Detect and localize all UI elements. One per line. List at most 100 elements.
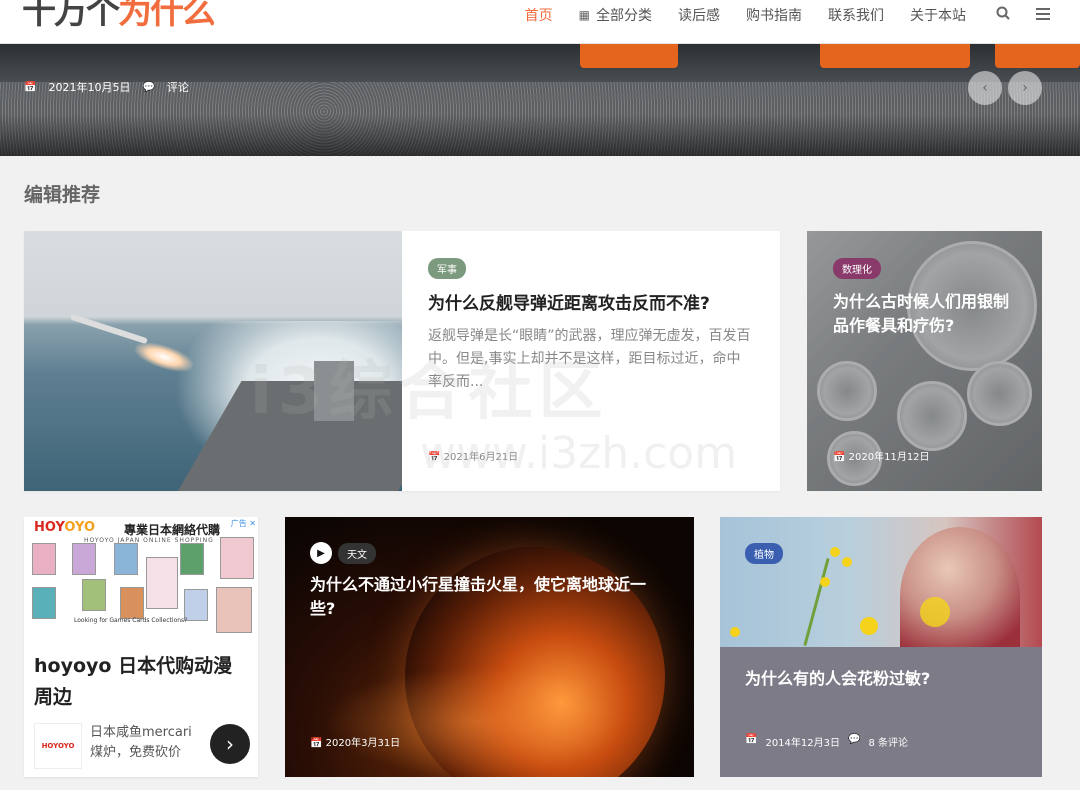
close-icon: ✕ (249, 519, 256, 528)
comment-icon: 💬 (848, 734, 861, 745)
ad-card[interactable]: HOYOYO 專業日本網絡代購 HOYOYO JAPAN ONLINE SHOP… (24, 517, 258, 777)
grid-icon: ▦ (578, 8, 590, 22)
nav-label: 首页 (524, 8, 553, 24)
thumb-stem (803, 558, 830, 646)
comment-icon: 💬 (142, 81, 155, 93)
nav-reviews[interactable]: 读后感 (678, 5, 720, 25)
post-title[interactable]: 为什么不通过小行星撞击火星，使它离地球近一些? (310, 573, 670, 621)
ad-card-image (184, 589, 208, 621)
category-tag[interactable]: 军事 (428, 258, 466, 279)
slider-prev-button[interactable]: ‹ (968, 71, 1002, 105)
nav-label: 联系我们 (828, 8, 884, 24)
hero-cone (580, 44, 678, 68)
category-tag[interactable]: 数理化 (833, 258, 881, 279)
menu-icon[interactable] (1036, 6, 1050, 24)
hero-date: 2021年10月5日 (48, 81, 131, 94)
hero-slider[interactable]: 📅 2021年10月5日 💬 评论 ‹ › (0, 44, 1080, 156)
ad-banner[interactable]: HOYOYO 專業日本網絡代購 HOYOYO JAPAN ONLINE SHOP… (24, 517, 258, 639)
ad-card-image (120, 587, 144, 619)
ad-card-image (32, 543, 56, 575)
post-body: 数理化 为什么古时候人们用银制品作餐具和疗伤? (833, 258, 1024, 338)
thumb-glow (325, 667, 625, 777)
nav-about[interactable]: 关于本站 (910, 5, 966, 25)
play-icon[interactable]: ▶ (310, 542, 332, 564)
nav-label: 购书指南 (746, 8, 802, 24)
category-tag[interactable]: 植物 (745, 543, 783, 564)
post-date: 📅 2020年3月31日 (310, 734, 400, 749)
calendar-icon: 📅 (833, 452, 846, 463)
ad-title[interactable]: hoyoyo 日本代购动漫周边 (34, 651, 244, 713)
ad-slogan: 專業日本網絡代購 (124, 523, 221, 537)
post-date: 📅 2021年6月21日 (428, 448, 518, 463)
thumb-flower (920, 597, 950, 627)
search-icon[interactable] (996, 6, 1010, 24)
ad-card-image (216, 587, 252, 633)
ad-logo: HOYOYO (34, 723, 82, 769)
main-nav: 首页 ▦ 全部分类 读后感 购书指南 联系我们 关于本站 (499, 0, 1050, 30)
ad-card-image (114, 543, 138, 575)
ad-card-image (180, 543, 204, 575)
nav-label: 读后感 (678, 8, 720, 24)
post-date-text: 2020年11月12日 (848, 452, 930, 463)
post-title[interactable]: 为什么反舰导弹近距离攻击反而不准? (428, 291, 754, 317)
site-header: 十万个为什么 首页 ▦ 全部分类 读后感 购书指南 联系我们 关于本站 (0, 0, 1080, 44)
thumb-flower (820, 577, 830, 587)
calendar-icon: 📅 (745, 734, 758, 745)
nav-buying-guide[interactable]: 购书指南 (746, 5, 802, 25)
post-card[interactable]: 植物 为什么有的人会花粉过敏? 📅 2014年12月3日 💬 8 条评论 (720, 517, 1042, 777)
thumb-flower (730, 627, 740, 637)
chevron-left-icon: ‹ (982, 80, 988, 96)
hero-meta: 📅 2021年10月5日 💬 评论 (24, 79, 189, 95)
calendar-icon: 📅 (310, 738, 323, 749)
ad-brand-a: HOY (34, 520, 65, 535)
hero-comment[interactable]: 评论 (167, 79, 189, 95)
ad-brand: HOYOYO (34, 520, 95, 535)
ad-card-image (146, 557, 178, 609)
post-thumbnail[interactable] (24, 231, 402, 491)
post-date-text: 2021年6月21日 (443, 452, 519, 463)
post-date: 📅 2020年11月12日 (833, 448, 930, 463)
thumb-person (900, 527, 1020, 647)
ad-card-image (32, 587, 56, 619)
ad-card-image (82, 579, 106, 611)
post-card-video[interactable]: ▶ 天文 为什么不通过小行星撞击火星，使它离地球近一些? 📅 2020年3月31… (285, 517, 694, 777)
nav-contact[interactable]: 联系我们 (828, 5, 884, 25)
hero-gradient (0, 114, 1080, 156)
nav-label: 全部分类 (596, 8, 652, 24)
post-thumbnail[interactable] (720, 517, 1042, 647)
category-tag[interactable]: 天文 (338, 542, 376, 564)
ad-open-button[interactable]: › (210, 724, 250, 764)
hero-cone (820, 44, 970, 68)
thumb-missile (70, 313, 148, 345)
ad-description: 日本咸鱼mercari煤炉，免费砍价 (90, 725, 192, 760)
ad-tagline: Looking for Games Cards Collections? (74, 617, 188, 624)
post-title[interactable]: 为什么有的人会花粉过敏? (745, 667, 1025, 691)
section-title: 编辑推荐 (24, 184, 101, 206)
ad-mark[interactable]: 广告 ✕ (231, 518, 256, 529)
logo-text-a: 十万个 (22, 0, 120, 32)
post-meta: 📅 2014年12月3日 💬 8 条评论 (745, 734, 908, 749)
ad-card-image (72, 543, 96, 575)
thumb-flower (830, 547, 840, 557)
ad-mark-text: 广告 (230, 519, 247, 528)
ad-card-image (220, 537, 254, 579)
ad-brand-b: OYO (64, 520, 96, 535)
post-head: ▶ 天文 (310, 542, 376, 564)
thumb-flower (860, 617, 878, 635)
post-date-text: 2014年12月3日 (765, 738, 840, 749)
nav-home[interactable]: 首页 (525, 5, 553, 25)
post-title[interactable]: 为什么古时候人们用银制品作餐具和疗伤? (833, 290, 1024, 338)
post-comments[interactable]: 8 条评论 (868, 734, 908, 749)
chevron-right-icon: › (226, 732, 234, 756)
nav-all-categories[interactable]: ▦ 全部分类 (579, 5, 652, 25)
site-logo[interactable]: 十万个为什么 (22, 0, 214, 34)
calendar-icon: 📅 (24, 81, 37, 93)
post-card[interactable]: 数理化 为什么古时候人们用银制品作餐具和疗伤? 📅 2020年11月12日 (807, 231, 1042, 491)
thumb-flower (842, 557, 852, 567)
slider-next-button[interactable]: › (1008, 71, 1042, 105)
logo-text-b: 为什么 (118, 0, 214, 32)
post-date-text: 2020年3月31日 (325, 738, 401, 749)
post-card-featured[interactable]: 军事 为什么反舰导弹近距离攻击反而不准? 返舰导弹是长“眼睛”的武器，理应弹无虚… (24, 231, 780, 491)
thumb-turret (314, 361, 354, 421)
calendar-icon: 📅 (428, 452, 441, 463)
